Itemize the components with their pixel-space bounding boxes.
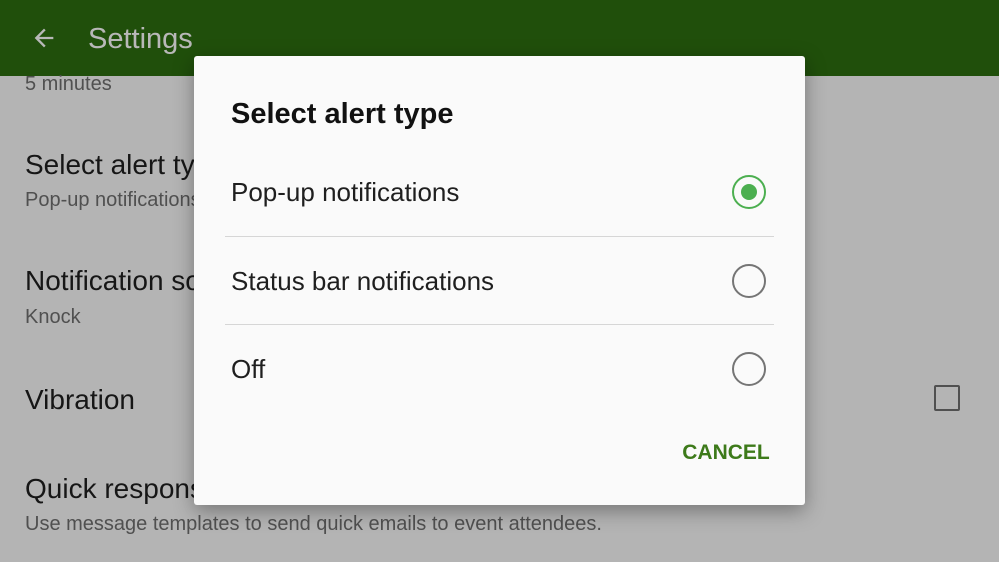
cancel-button[interactable]: CANCEL <box>666 433 786 473</box>
alert-type-dialog: Select alert type Pop-up notifications S… <box>194 56 805 505</box>
option-off[interactable]: Off <box>225 325 774 413</box>
option-popup-notifications[interactable]: Pop-up notifications <box>225 148 774 236</box>
radio-unselected-icon[interactable] <box>732 352 766 386</box>
option-status-bar-notifications[interactable]: Status bar notifications <box>225 237 774 325</box>
dialog-title: Select alert type <box>231 98 454 130</box>
radio-unselected-icon[interactable] <box>732 264 766 298</box>
option-label: Status bar notifications <box>231 266 495 296</box>
radio-selected-icon[interactable] <box>732 175 766 209</box>
option-label: Off <box>231 354 266 384</box>
settings-screen: Settings 5 minutes Select alert type Pop… <box>0 0 999 562</box>
option-label: Pop-up notifications <box>231 177 460 207</box>
